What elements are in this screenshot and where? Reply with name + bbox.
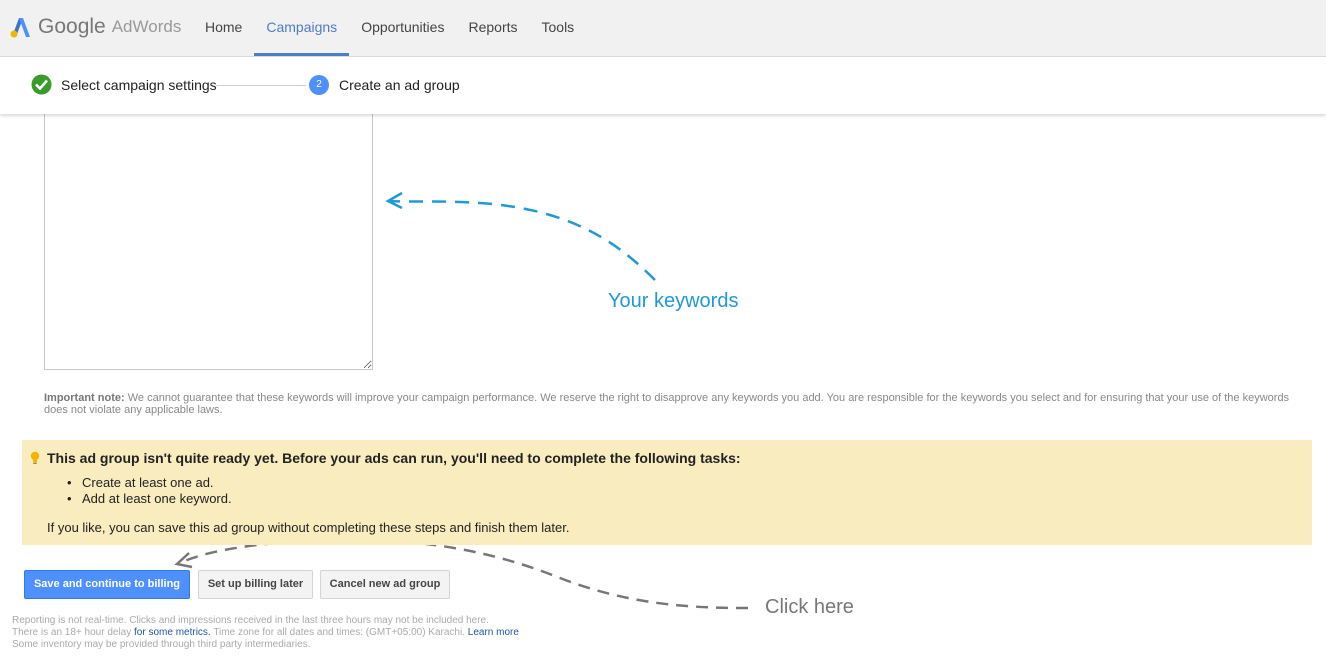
annotation-your-keywords: Your keywords <box>608 290 739 312</box>
lightbulb-icon <box>30 451 40 470</box>
cancel-ad-group-button[interactable]: Cancel new ad group <box>320 570 450 599</box>
reporting-footer: Reporting is not real-time. Clicks and i… <box>12 615 519 651</box>
save-and-continue-button[interactable]: Save and continue to billing <box>24 570 190 599</box>
list-item: Create at least one ad. <box>67 475 232 491</box>
step2-label: Create an ad group <box>339 77 460 93</box>
step2-number: 2 <box>309 75 329 95</box>
adgroup-warning-box: This ad group isn't quite ready yet. Bef… <box>22 440 1312 545</box>
step1-label[interactable]: Select campaign settings <box>61 77 217 93</box>
check-circle-icon <box>31 74 52 100</box>
warning-title: This ad group isn't quite ready yet. Bef… <box>47 450 741 466</box>
setup-billing-later-button[interactable]: Set up billing later <box>198 570 313 599</box>
warning-footer: If you like, you can save this ad group … <box>47 520 570 535</box>
footer-line-3: Some inventory may be provided through t… <box>12 639 311 650</box>
campaign-stepper: Select campaign settings 2 Create an ad … <box>0 57 1326 114</box>
footer-line-1: Reporting is not real-time. Clicks and i… <box>12 615 489 626</box>
footer-line-2-text: There is an 18+ hour delay <box>12 627 135 638</box>
list-item: Add at least one keyword. <box>67 491 232 507</box>
step-connector <box>216 85 306 86</box>
warning-task-list: Create at least one ad. Add at least one… <box>67 475 232 507</box>
annotation-click-here: Click here <box>765 596 854 618</box>
learn-more-link[interactable]: Learn more <box>468 627 519 638</box>
footer-timezone-text: Time zone for all dates and times: (GMT+… <box>210 627 468 638</box>
footer-line-2: There is an 18+ hour delay for some metr… <box>12 627 519 639</box>
some-metrics-link[interactable]: for some metrics. <box>134 627 211 638</box>
